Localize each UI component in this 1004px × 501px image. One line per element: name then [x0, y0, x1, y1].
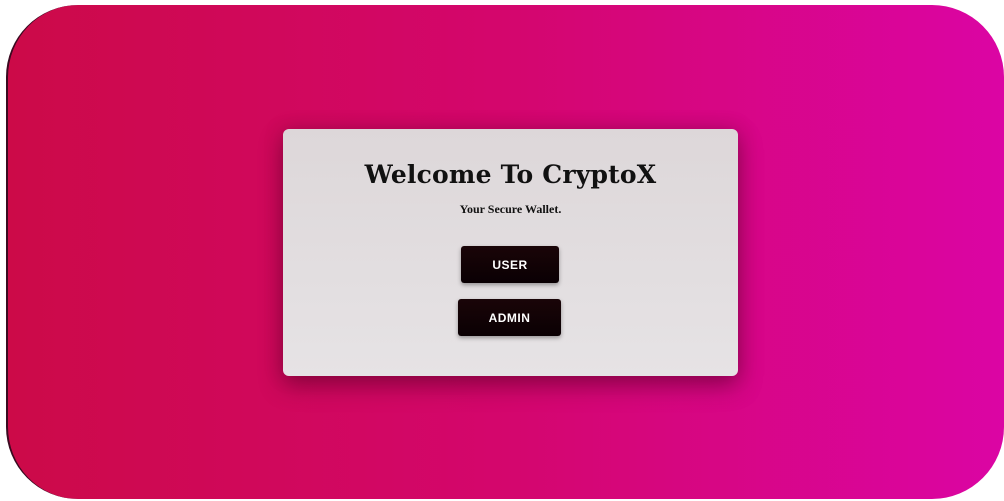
welcome-subtitle: Your Secure Wallet. — [459, 202, 562, 216]
admin-login-button[interactable]: ADMIN — [458, 299, 561, 336]
app-viewport: Welcome To CryptoX Your Secure Wallet. U… — [0, 0, 1004, 501]
welcome-card: Welcome To CryptoX Your Secure Wallet. U… — [283, 129, 738, 376]
welcome-title: Welcome To CryptoX — [364, 160, 657, 189]
user-login-button[interactable]: USER — [461, 246, 559, 283]
